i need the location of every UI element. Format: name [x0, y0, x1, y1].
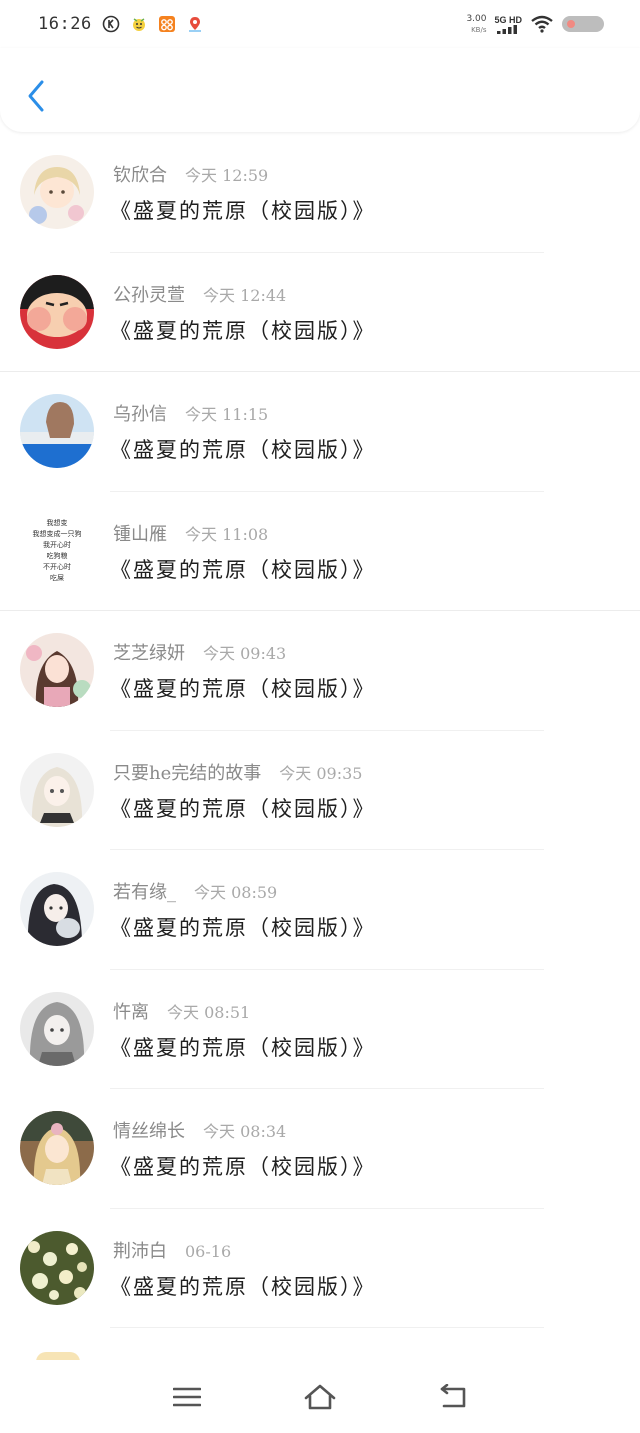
nav-home-button[interactable] [296, 1373, 344, 1421]
list-item[interactable]: 情丝绵长 今天 08:34 《盛夏的荒原（校园版）》 [0, 1089, 640, 1209]
avatar [20, 274, 94, 349]
avatar [20, 752, 94, 827]
item-time: 今天 11:08 [185, 524, 269, 544]
item-meta: 锺山雁 今天 11:08 [113, 520, 268, 546]
wifi-icon [530, 15, 554, 33]
avatar-text-line: 吃狗粮 [46, 551, 68, 560]
user-name: 公孙灵萱 [113, 284, 185, 306]
avatar-text-line: 我想变 [46, 518, 68, 527]
avatar-text-line: 吃屎 [50, 573, 64, 582]
nav-menu-button[interactable] [163, 1373, 211, 1421]
list-item[interactable]: 乌孙信 今天 11:15 《盛夏的荒原（校园版）》 [0, 372, 640, 492]
list-item[interactable]: 公孙灵萱 今天 12:44 《盛夏的荒原（校园版）》 [0, 253, 640, 372]
item-meta: 乌孙信 今天 11:15 [113, 400, 268, 426]
avatar: 我想变 我想变成一只狗 我开心时 吃狗粮 不开心时 吃屎 [20, 513, 94, 588]
map-pin-app-icon [186, 15, 204, 33]
book-title: 《盛夏的荒原（校园版）》 [110, 557, 376, 582]
user-name: 锺山雁 [113, 523, 167, 545]
list-item[interactable]: 荆沛白 06-16 《盛夏的荒原（校园版）》 [0, 1209, 640, 1328]
divider [110, 1327, 544, 1328]
item-meta: 钦欣合 今天 12:59 [113, 161, 268, 187]
net-speed: 3.00 KB/s [466, 13, 487, 34]
book-title: 《盛夏的荒原（校园版）》 [110, 438, 376, 462]
user-list: 钦欣合 今天 12:59 《盛夏的荒原（校园版）》 公孙灵萱 今天 12:44 … [0, 133, 640, 1328]
item-meta: 芝芝绿妍 今天 09:43 [113, 639, 286, 665]
system-nav-bar [0, 1360, 640, 1433]
book-title: 《盛夏的荒原（校园版）》 [110, 796, 376, 821]
avatar-text-line: 不开心时 [43, 562, 71, 571]
item-time: 今天 09:43 [203, 644, 287, 663]
user-name: 只要he完结的故事 [113, 762, 262, 784]
book-title: 《盛夏的荒原（校园版）》 [110, 1274, 376, 1299]
avatar [20, 155, 94, 229]
user-name: 芝芝绿妍 [113, 643, 185, 664]
menu-icon [172, 1387, 201, 1406]
list-item[interactable]: 若有缘_ 今天 08:59 《盛夏的荒原（校园版）》 [0, 850, 640, 970]
net-speed-value: 3.00 [466, 13, 487, 24]
battery-icon [562, 16, 604, 32]
book-title: 《盛夏的荒原（校园版）》 [110, 916, 376, 940]
user-name: 忤离 [113, 1001, 149, 1023]
avatar [20, 1111, 94, 1185]
item-time: 今天 08:59 [194, 883, 278, 902]
item-time: 今天 12:59 [185, 166, 269, 185]
back-icon [441, 1383, 466, 1407]
status-time: 16:26 [38, 14, 92, 34]
user-name: 钦欣合 [113, 165, 167, 186]
item-time: 今天 12:44 [203, 285, 287, 305]
user-name: 若有缘_ [113, 882, 176, 903]
item-time: 今天 08:34 [203, 1122, 287, 1141]
list-item[interactable]: 我想变 我想变成一只狗 我开心时 吃狗粮 不开心时 吃屎 锺山雁 今天 11:0… [0, 492, 640, 611]
item-time: 今天 11:15 [185, 405, 269, 424]
book-title: 《盛夏的荒原（校园版）》 [110, 199, 376, 223]
book-title: 《盛夏的荒原（校园版）》 [110, 318, 376, 343]
list-item[interactable]: 忤离 今天 08:51 《盛夏的荒原（校园版）》 [0, 970, 640, 1089]
item-meta: 若有缘_ 今天 08:59 [113, 878, 277, 904]
status-right: 3.00 KB/s 5G HD [466, 13, 604, 34]
avatar [20, 394, 94, 468]
nav-back-button[interactable] [429, 1373, 477, 1421]
signal-icon [497, 24, 518, 34]
network-type-label: 5G HD [494, 14, 522, 25]
net-speed-unit: KB/s [471, 25, 487, 34]
item-meta: 忤离 今天 08:51 [113, 998, 250, 1024]
avatar [20, 991, 94, 1066]
item-meta: 只要he完结的故事 今天 09:35 [113, 759, 362, 785]
item-time: 今天 09:35 [279, 763, 363, 783]
book-title: 《盛夏的荒原（校园版）》 [110, 1155, 376, 1179]
book-title: 《盛夏的荒原（校园版）》 [110, 1035, 376, 1060]
item-meta: 公孙灵萱 今天 12:44 [113, 281, 286, 307]
list-item[interactable]: 芝芝绿妍 今天 09:43 《盛夏的荒原（校园版）》 [0, 611, 640, 731]
home-icon [304, 1384, 336, 1409]
user-name: 荆沛白 [113, 1240, 167, 1262]
status-bar: 16:26 3.00 KB/s 5G HD [0, 0, 640, 48]
user-name: 情丝绵长 [113, 1121, 185, 1142]
status-left: 16:26 [38, 14, 204, 34]
item-time: 今天 08:51 [167, 1002, 251, 1022]
item-meta: 情丝绵长 今天 08:34 [113, 1117, 286, 1143]
smiley-app-icon [130, 15, 148, 33]
avatar [20, 1230, 94, 1305]
header [0, 48, 640, 132]
avatar [20, 872, 94, 946]
list-item[interactable]: 钦欣合 今天 12:59 《盛夏的荒原（校园版）》 [0, 133, 640, 253]
avatar-text-line: 我想变成一只狗 [32, 529, 82, 538]
item-time: 06-16 [185, 1241, 232, 1261]
back-button[interactable] [22, 76, 50, 116]
chevron-left-icon [28, 80, 44, 112]
orange-app-icon [158, 15, 176, 33]
k-circle-icon [102, 15, 120, 33]
user-name: 乌孙信 [113, 404, 167, 425]
book-title: 《盛夏的荒原（校园版）》 [110, 677, 376, 701]
list-item[interactable]: 只要he完结的故事 今天 09:35 《盛夏的荒原（校园版）》 [0, 731, 640, 850]
avatar [20, 633, 94, 707]
item-meta: 荆沛白 06-16 [113, 1237, 231, 1263]
avatar-text-line: 我开心时 [43, 540, 71, 549]
network-type: 5G HD [494, 15, 522, 34]
